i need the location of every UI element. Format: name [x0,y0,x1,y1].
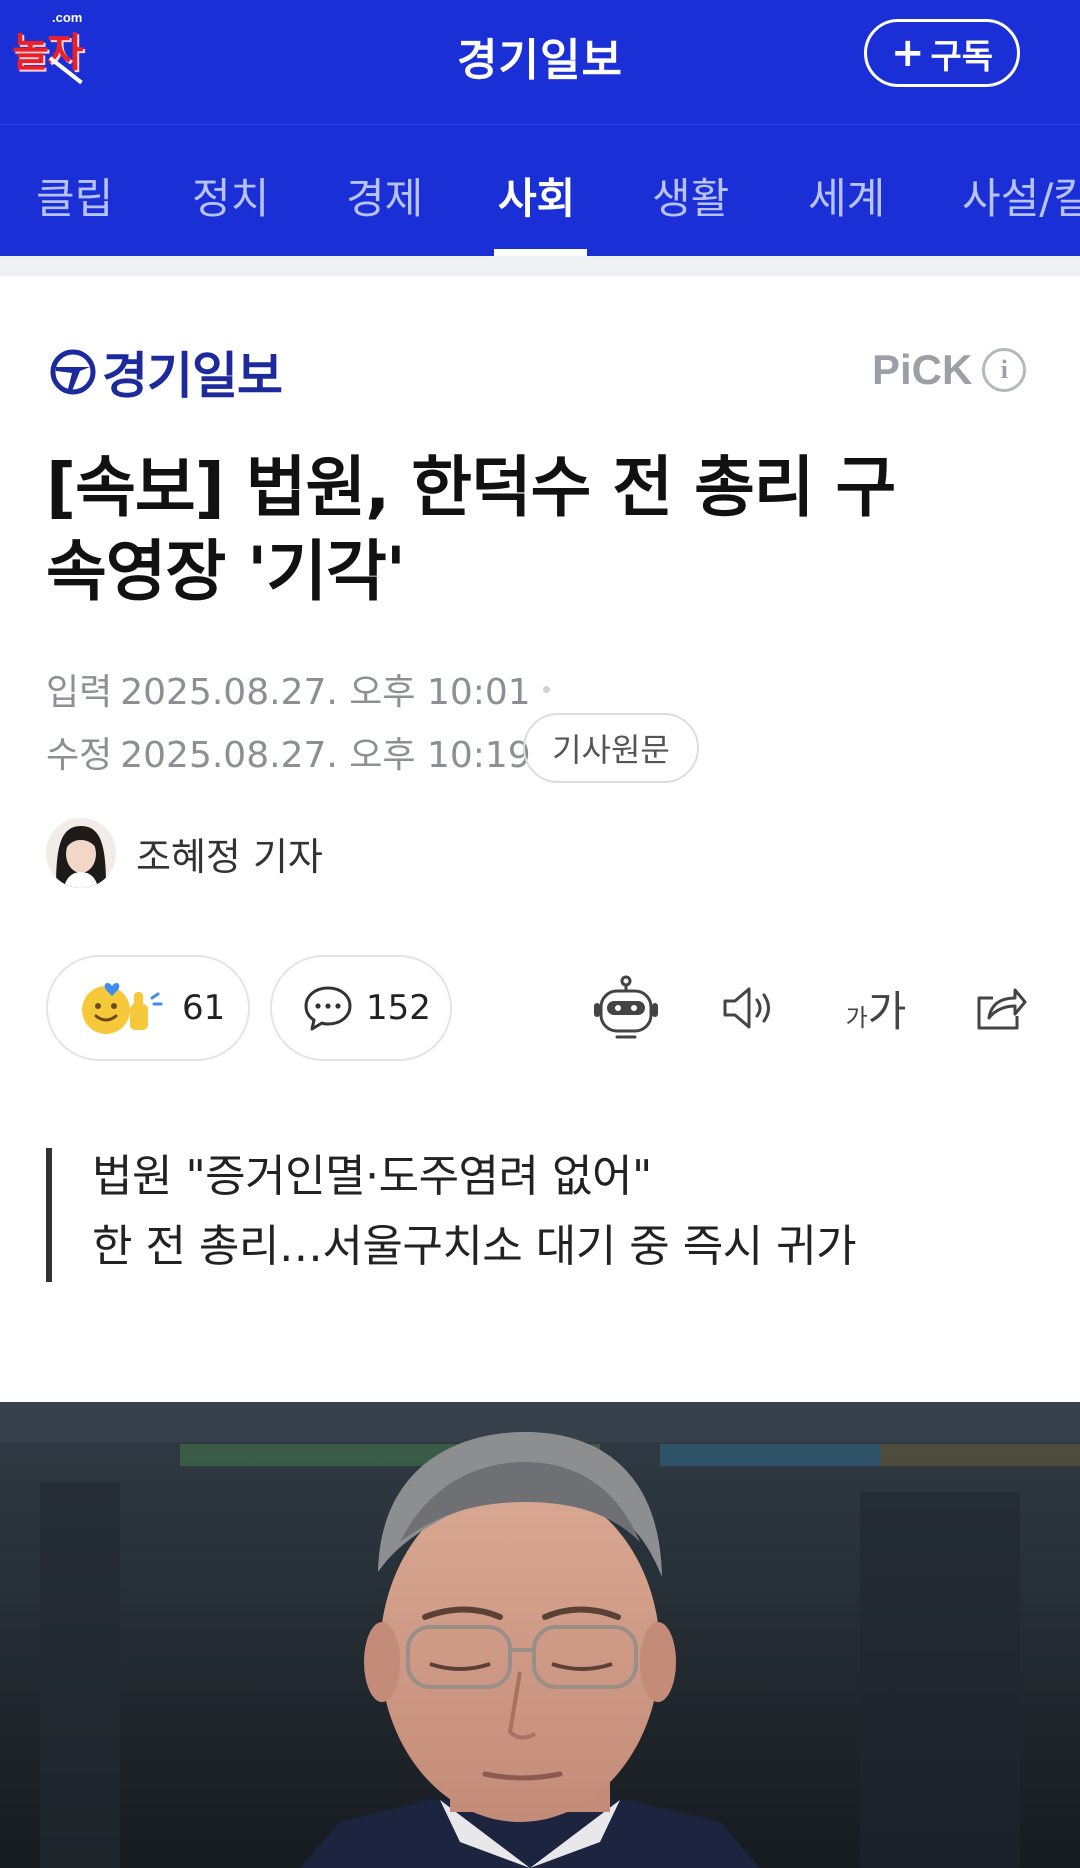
tab-society[interactable]: 사회 [498,165,575,226]
share-icon [977,988,1027,1030]
headline-line-2: 속영장 '기각' [46,533,406,610]
summary-bot-button[interactable] [590,972,662,1044]
article-photo-image [0,1402,1080,1868]
subscribe-label: 구독 [930,36,994,77]
article-photo[interactable] [0,1402,1080,1868]
tab-politics[interactable]: 정치 [192,165,269,226]
input-label: 입력 [46,672,113,713]
input-time: 2025.08.27. 오후 10:01 [120,672,531,713]
tab-clip[interactable]: 클립 [36,165,113,226]
tab-life[interactable]: 생활 [652,165,729,226]
section-divider [0,256,1080,276]
reporter-name: 조혜정 기자 [136,834,323,879]
category-tabs: 클립 정치 경제 사회 생활 세계 사설/칼 [0,124,1080,256]
share-button[interactable] [964,972,1036,1044]
tab-world[interactable]: 세계 [808,165,885,226]
meta-separator-dot [542,685,550,693]
reporter-info[interactable]: 조혜정 기자 [46,818,323,888]
info-icon[interactable]: i [982,348,1027,392]
robot-icon [594,975,658,1039]
app-header: .com 놀자 경기일보 + 구독 [0,0,1080,124]
original-article-button[interactable]: 기사원문 [523,713,699,783]
active-tab-indicator [494,249,587,256]
reaction-emoji-icon [82,983,163,1034]
text-to-speech-button[interactable] [714,972,786,1044]
press-name: 경기일보 [102,347,283,405]
font-large-icon: 가 [867,986,907,1036]
subscribe-button[interactable]: + 구독 [864,19,1020,87]
modified-label: 수정 [46,735,113,776]
comment-button[interactable]: 152 [270,955,452,1061]
comment-icon [304,986,352,1031]
reporter-avatar [46,818,116,888]
pick-label: PiCK [872,346,973,393]
font-size-button[interactable]: 가 가 [836,972,916,1044]
summary-line-2: 한 전 총리…서울구치소 대기 중 즉시 귀가 [92,1221,857,1272]
reporter-photo [46,818,116,888]
modified-timestamp: 수정 2025.08.27. 오후 10:19 [46,726,531,778]
pick-badge[interactable]: PiCK i [872,346,1027,394]
article-summary: 법원 "증거인멸·도주염려 없어" 한 전 총리…서울구치소 대기 중 즉시 귀… [46,1148,857,1282]
input-timestamp: 입력 2025.08.27. 오후 10:01 [46,663,550,715]
font-small-icon: 가 [845,1003,868,1032]
tab-editorial[interactable]: 사설/칼 [962,165,1080,226]
reaction-count: 61 [182,988,226,1028]
press-logo[interactable]: 경기일보 [50,342,283,405]
reaction-button[interactable]: 61 [46,955,250,1061]
modified-time: 2025.08.27. 오후 10:19 [120,735,531,776]
headline-line-1: [속보] 법원, 한덕수 전 총리 구 [46,449,896,526]
tab-economy[interactable]: 경제 [346,165,423,226]
press-emblem-icon [50,349,96,395]
comment-count: 152 [366,988,431,1028]
plus-icon: + [890,30,925,76]
speaker-icon [723,987,770,1029]
article-headline: [속보] 법원, 한덕수 전 총리 구 속영장 '기각' [46,446,1006,614]
